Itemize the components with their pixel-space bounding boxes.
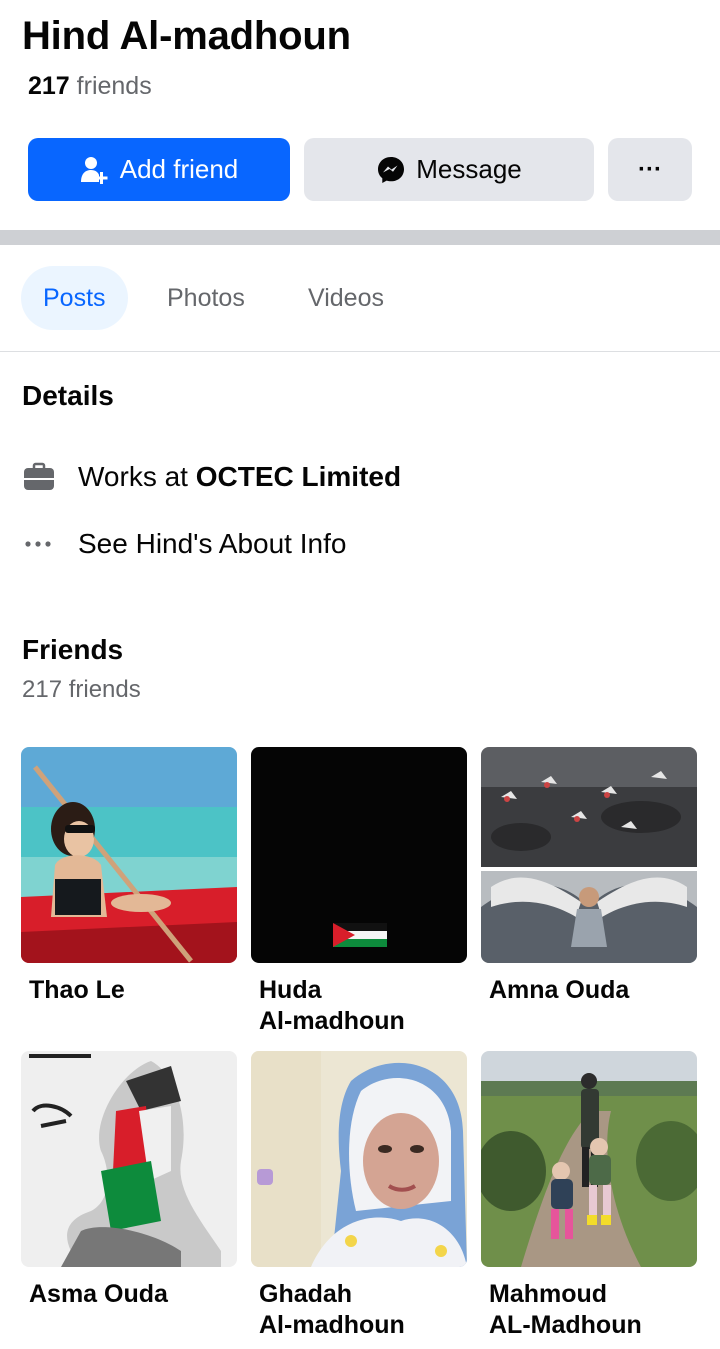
more-horizontal-icon: [22, 527, 56, 561]
friend-card[interactable]: Mahmoud AL-Madhoun: [481, 1051, 697, 1341]
friend-photo[interactable]: [251, 1051, 467, 1267]
more-options-button[interactable]: ···: [608, 138, 692, 201]
detail-work[interactable]: Works at OCTEC Limited: [22, 460, 401, 494]
tab-videos[interactable]: Videos: [286, 266, 406, 330]
detail-about-info[interactable]: See Hind's About Info: [22, 527, 346, 561]
tab-photos[interactable]: Photos: [145, 266, 267, 330]
friend-count-suffix: friends: [76, 72, 152, 100]
message-button[interactable]: Message: [304, 138, 594, 201]
friend-card[interactable]: Ghadah Al-madhoun: [251, 1051, 467, 1341]
add-person-icon: [80, 155, 110, 185]
profile-name: Hind Al-madhoun: [22, 14, 351, 58]
messenger-icon: [376, 155, 406, 185]
friend-name[interactable]: Thao Le: [21, 975, 237, 1006]
profile-tabs: Posts Photos Videos: [0, 246, 720, 352]
friend-name[interactable]: Huda Al-madhoun: [251, 975, 467, 1037]
friend-count-number: 217: [28, 72, 70, 100]
friend-card[interactable]: Amna Ouda: [481, 747, 697, 1006]
friend-name[interactable]: Mahmoud AL-Madhoun: [481, 1279, 697, 1341]
briefcase-icon: [22, 460, 56, 494]
friend-photo[interactable]: [481, 747, 697, 963]
friend-card[interactable]: Asma Ouda: [21, 1051, 237, 1310]
details-title: Details: [22, 380, 114, 411]
friend-photo[interactable]: [481, 1051, 697, 1267]
friend-photo[interactable]: [251, 747, 467, 963]
tab-posts[interactable]: Posts: [21, 266, 128, 330]
friend-name[interactable]: Ghadah Al-madhoun: [251, 1279, 467, 1341]
friends-subtitle: 217 friends: [22, 676, 141, 703]
palestine-flag-icon: [333, 923, 387, 947]
friends-title: Friends: [22, 634, 124, 665]
about-info-label: See Hind's About Info: [78, 528, 347, 559]
work-company: OCTEC Limited: [195, 461, 402, 492]
add-friend-button[interactable]: Add friend: [28, 138, 290, 201]
add-friend-label: Add friend: [119, 154, 239, 184]
friend-card[interactable]: Huda Al-madhoun: [251, 747, 467, 1037]
friend-photo[interactable]: [21, 1051, 237, 1267]
friend-card[interactable]: Thao Le: [21, 747, 237, 1006]
more-dots-icon: ···: [638, 155, 662, 183]
message-label: Message: [416, 154, 522, 184]
friend-name[interactable]: Asma Ouda: [21, 1279, 237, 1310]
work-prefix: Works at: [78, 461, 196, 492]
profile-friend-count[interactable]: 217 friends: [28, 72, 152, 101]
friend-name[interactable]: Amna Ouda: [481, 975, 697, 1006]
section-divider: [0, 230, 720, 245]
friend-photo[interactable]: [21, 747, 237, 963]
